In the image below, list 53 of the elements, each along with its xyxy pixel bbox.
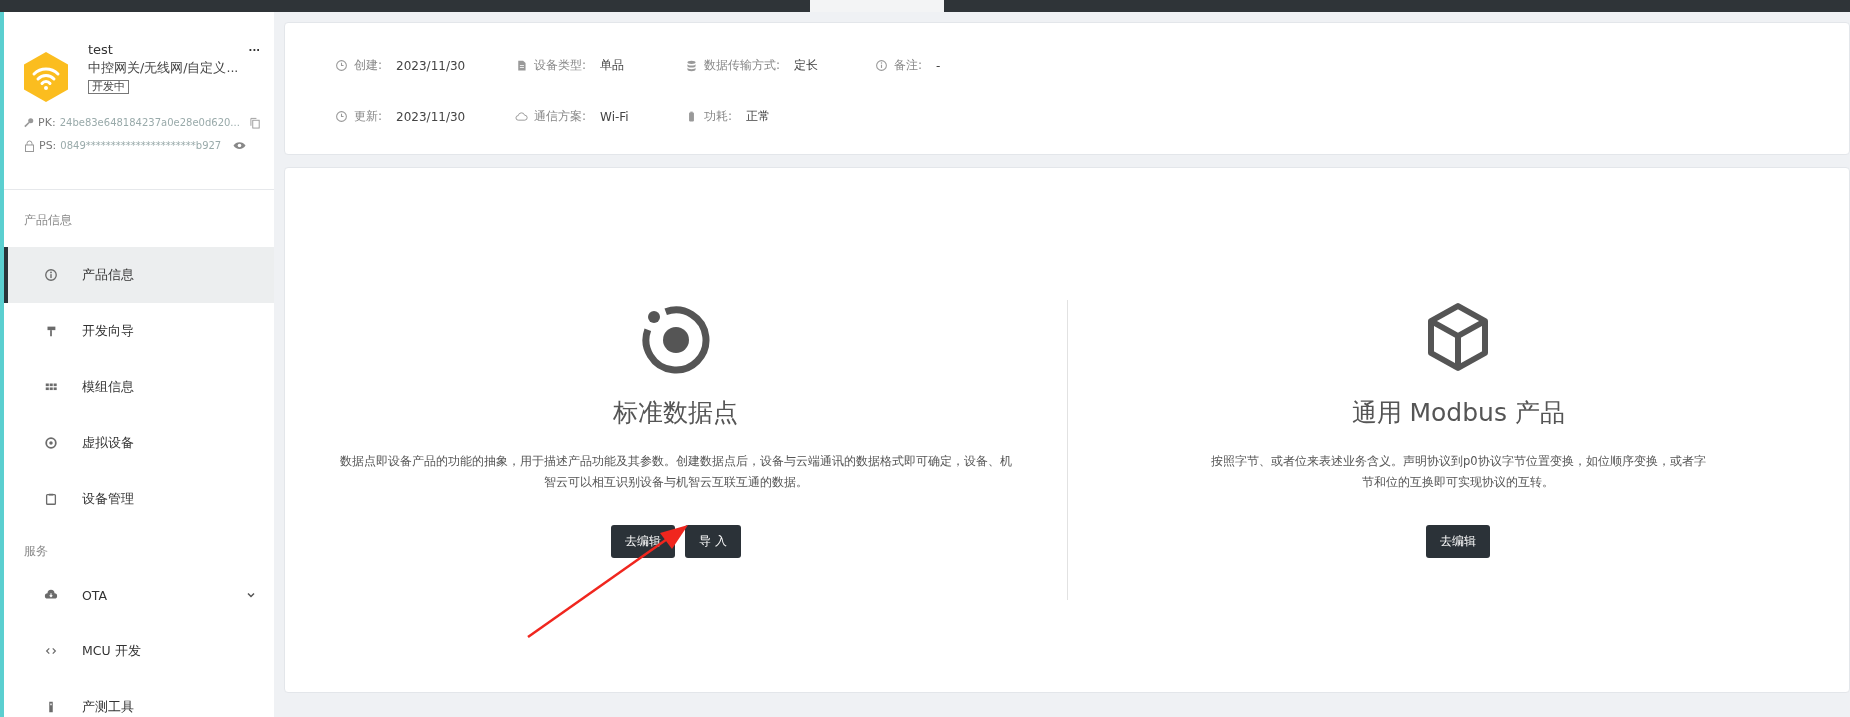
sidebar-item[interactable]: 产测工具	[4, 679, 274, 717]
field-label: 更新:	[354, 108, 383, 125]
field-value: 正常	[746, 108, 771, 125]
lock-icon	[24, 139, 35, 152]
cloud-download-icon	[44, 588, 58, 602]
option-title: 标准数据点	[613, 397, 739, 429]
pk-value: 24be83e648184237a0e28e0d620...	[59, 117, 240, 128]
option-title: 通用 Modbus 产品	[1351, 397, 1565, 429]
info-icon	[875, 59, 888, 72]
field-label: 通信方案:	[534, 108, 587, 125]
field-label: 备注:	[894, 57, 923, 74]
product-name: test	[88, 42, 113, 57]
eye-icon[interactable]	[233, 141, 247, 150]
ps-label: PS:	[39, 139, 57, 152]
option-button[interactable]: 去编辑	[1426, 525, 1491, 558]
ps-value: 0849**********************b927	[60, 140, 222, 151]
sidebar-item[interactable]: OTA	[4, 567, 274, 623]
field-value: 2023/11/30	[396, 109, 466, 124]
field-label: 设备类型:	[534, 57, 587, 74]
field-value: 定长	[794, 57, 819, 74]
field-value: -	[936, 58, 941, 73]
sidebar-item[interactable]: 设备管理	[4, 471, 274, 527]
sidebar-item[interactable]: 产品信息	[4, 247, 274, 303]
sidebar-item[interactable]: 虚拟设备	[4, 415, 274, 471]
key-icon	[24, 117, 35, 128]
chevron-down-icon[interactable]	[246, 590, 256, 600]
clipboard-icon	[44, 492, 58, 506]
option-button[interactable]: 导 入	[684, 525, 741, 558]
field-label: 数据传输方式:	[704, 57, 781, 74]
product-category: 中控网关/无线网/自定义...	[88, 60, 240, 77]
clock-icon	[335, 110, 348, 123]
copy-icon[interactable]	[249, 116, 260, 129]
sidebar-item[interactable]: 开发向导	[4, 303, 274, 359]
option-description: 按照字节、或者位来表述业务含义。声明协议到p0协议字节位置变换，如位顺序变换，或者字节和位的互换即可实现协议的互转。	[1209, 453, 1707, 491]
field-value: 2023/11/30	[396, 58, 466, 73]
more-button[interactable]: ...	[248, 42, 260, 57]
field-value: 单品	[600, 57, 625, 74]
sidebar-item[interactable]: 模组信息	[4, 359, 274, 415]
status-badge: 开发中	[88, 80, 129, 94]
menu-group-label: 产品信息	[23, 212, 73, 229]
database-icon	[685, 59, 698, 72]
wifi-hexagon-icon	[24, 52, 68, 102]
sidebar-item[interactable]: MCU 开发	[4, 623, 274, 679]
clock-icon	[335, 59, 348, 72]
field-value: Wi-Fi	[600, 109, 629, 124]
field-label: 创建:	[354, 57, 383, 74]
cloud-icon	[515, 110, 528, 123]
document-icon	[515, 59, 528, 72]
field-label: 功耗:	[704, 108, 733, 125]
pk-label: PK:	[38, 116, 56, 129]
option-description: 数据点即设备产品的功能的抽象，用于描述产品功能及其参数。创建数据点后，设备与云端通讯的数据格式即可确定，设备、机智云可以相互识别设备与机智云互联互通的数据。	[338, 453, 1013, 491]
menu-group-label: 服务	[23, 543, 49, 560]
info-icon	[44, 268, 58, 282]
